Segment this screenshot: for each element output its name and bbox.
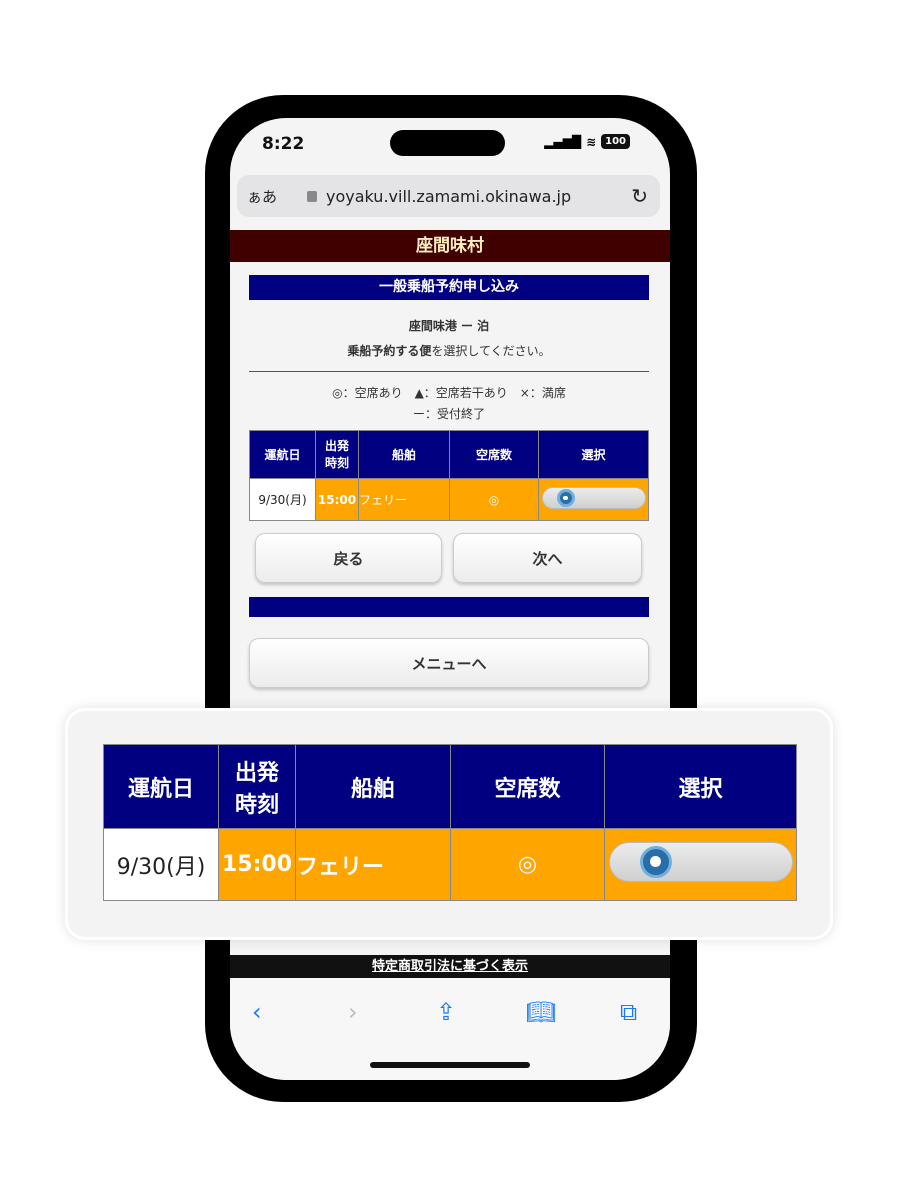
bookmarks-icon[interactable]: 📖︎ [526,998,556,1026]
cell-time: 15:00 [218,828,296,901]
battery-icon: 100 [601,134,630,149]
schedule-table: 運航日 出発時刻 船舶 空席数 選択 9/30(月) 15:00 フェリー ◎ [249,430,649,521]
legal-notice-link[interactable]: 特定商取引法に基づく表示 [230,955,670,978]
instruction-bold: 乗船予約する便 [347,344,432,358]
back-icon[interactable]: ‹ [252,998,262,1026]
header-select: 選択 [604,744,797,829]
text-size-button[interactable]: ぁあ [247,186,307,207]
select-radio[interactable] [608,841,793,882]
dynamic-island [390,130,505,156]
table-row: 9/30(月) 15:00 フェリー ◎ [249,478,649,521]
cell-ship: フェリー [358,478,450,521]
header-time-line-1: 出発 [234,760,279,786]
cell-time: 15:00 [315,478,359,521]
table-row: 9/30(月) 15:00 フェリー ◎ [103,828,797,901]
navy-bar [249,597,649,617]
zoomed-schedule-table: 運航日 出発時刻 船舶 空席数 選択 9/30(月) 15:00 フェリー ◎ [103,744,797,901]
home-indicator [370,1062,530,1068]
header-seats: 空席数 [450,744,605,829]
cell-seats: ◎ [449,478,539,521]
cell-date: 9/30(月) [103,828,219,901]
share-icon[interactable]: ⇪ [436,998,456,1026]
header-ship: 船舶 [358,430,450,479]
signal-icon: ▂▄▆█ [544,134,582,149]
cell-seats: ◎ [450,828,605,901]
wifi-icon: ≋ [586,134,597,149]
cell-select [538,478,649,521]
status-time: 8:22 [262,134,305,154]
address-bar[interactable]: ぁあ yoyaku.vill.zamami.okinawa.jp ↻ [237,175,660,217]
header-date: 運航日 [249,430,316,479]
reload-icon[interactable]: ↻ [631,184,648,208]
tabs-icon[interactable]: ⧉ [620,998,637,1026]
safari-toolbar: ‹ › ⇪ 📖︎ ⧉ [230,978,670,1080]
header-time: 出発時刻 [218,744,296,829]
cell-ship: フェリー [295,828,451,901]
site-title: 座間味村 [230,230,670,262]
select-radio[interactable] [541,487,646,509]
section-header: 一般乗船予約申し込み [249,275,649,300]
legend-line-2: ー：受付終了 [412,407,485,421]
header-select: 選択 [538,430,649,479]
legend-line-1: ◎：空席あり ▲：空席若干あり ×：満席 [332,386,566,400]
header-seats: 空席数 [449,430,539,479]
menu-button[interactable]: メニューへ [249,638,649,688]
instruction: 乗船予約する便を選択してください。 [249,342,649,359]
route: 座間味港 ー 泊 [408,319,490,333]
header-ship: 船舶 [295,744,451,829]
forward-icon[interactable]: › [348,998,358,1026]
cell-date: 9/30(月) [249,478,316,521]
divider [249,371,649,372]
status-icons: ▂▄▆█ ≋ 100 [544,134,630,149]
back-button[interactable]: 戻る [255,533,442,583]
header-date: 運航日 [103,744,219,829]
lock-icon [307,190,317,202]
cell-select [604,828,797,901]
instruction-rest: を選択してください。 [431,344,551,358]
next-button[interactable]: 次へ [453,533,642,583]
header-time-line-2: 時刻 [234,792,279,818]
header-time-label: 出発時刻 [324,438,349,470]
url-text[interactable]: yoyaku.vill.zamami.okinawa.jp [326,187,571,206]
zoomed-table-card: 運航日 出発時刻 船舶 空席数 選択 9/30(月) 15:00 フェリー ◎ [65,708,833,940]
header-time: 出発時刻 [315,430,359,479]
